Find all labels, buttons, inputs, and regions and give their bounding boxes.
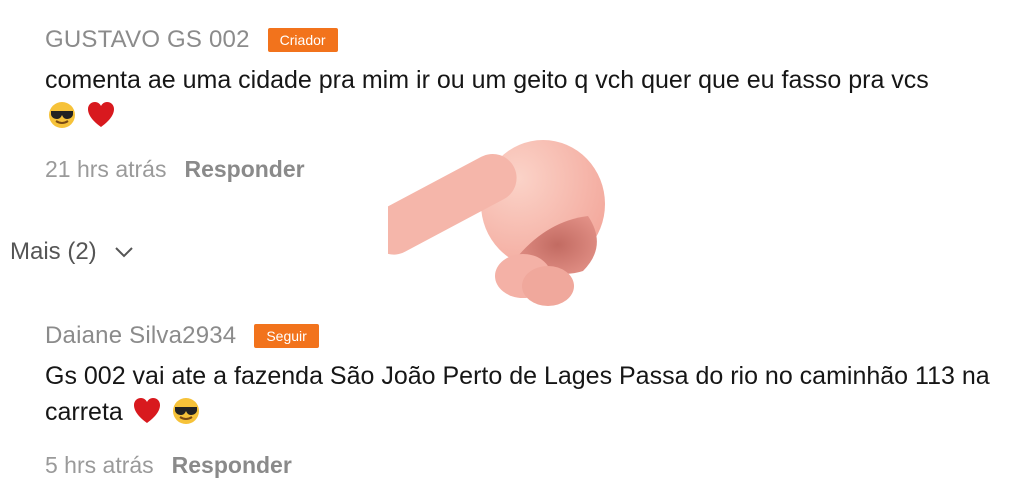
sunglasses-emoji xyxy=(47,100,77,140)
more-replies-button[interactable]: Mais (2) xyxy=(10,238,135,266)
comment-daiane: Daiane Silva2934 Seguir Gs 002 vai ate a… xyxy=(45,318,1014,479)
pointing-hand-sticker xyxy=(369,126,618,321)
comment-meta: 5 hrs atrás Responder xyxy=(45,452,1014,479)
chevron-down-icon xyxy=(113,238,135,266)
red-heart-emoji xyxy=(86,100,116,140)
red-heart-emoji xyxy=(132,396,162,436)
username[interactable]: Daiane Silva2934 xyxy=(45,322,236,350)
reply-button[interactable]: Responder xyxy=(172,452,292,479)
reply-button[interactable]: Responder xyxy=(184,156,304,183)
timestamp: 5 hrs atrás xyxy=(45,452,154,478)
more-replies-label: Mais (2) xyxy=(10,238,97,265)
comment-text-content: comenta ae uma cidade pra mim ir ou um g… xyxy=(45,66,929,94)
timestamp: 21 hrs atrás xyxy=(45,156,167,182)
follow-button[interactable]: Seguir xyxy=(254,324,319,348)
comment-text: Gs 002 vai ate a fazenda São João Perto … xyxy=(45,358,1020,436)
creator-badge: Criador xyxy=(267,28,338,52)
username[interactable]: GUSTAVO GS 002 xyxy=(45,26,250,54)
comment-header: Daiane Silva2934 Seguir xyxy=(45,318,1014,354)
sunglasses-emoji xyxy=(171,396,201,436)
comment-header: GUSTAVO GS 002 Criador xyxy=(45,22,1014,58)
